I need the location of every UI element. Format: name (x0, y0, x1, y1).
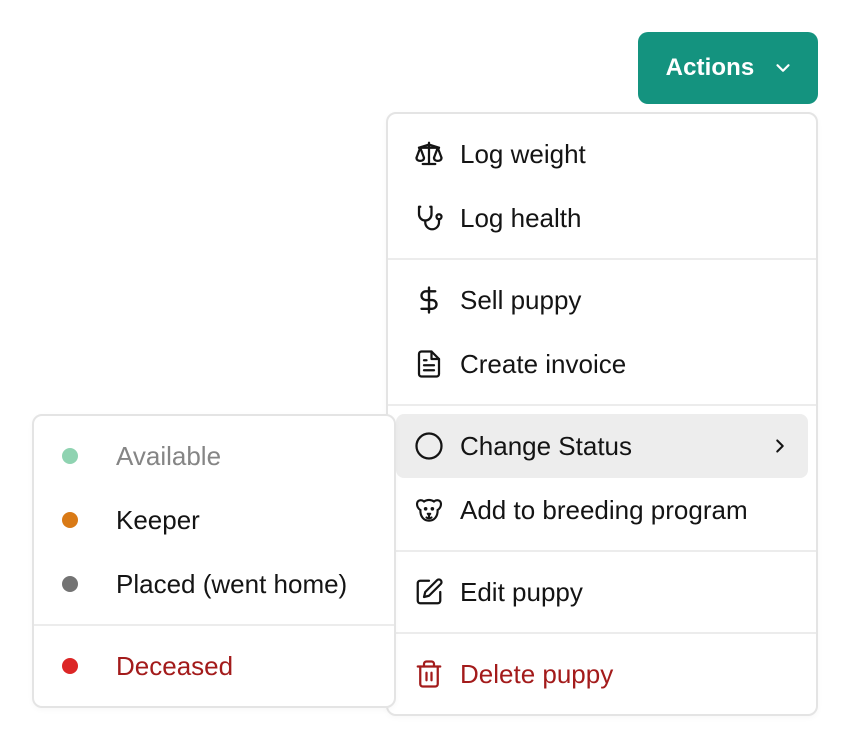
status-option-label: Available (116, 440, 222, 471)
status-option-label: Placed (went home) (116, 568, 348, 599)
menu-item-label: Sell puppy (460, 284, 582, 315)
menu-item-log-weight[interactable]: Log weight (396, 122, 808, 186)
status-option-available[interactable]: Available (42, 424, 386, 488)
actions-button-label: Actions (665, 54, 755, 81)
menu-separator (388, 404, 816, 406)
menu-item-label: Change Status (460, 430, 633, 461)
menu-item-create-invoice[interactable]: Create invoice (396, 332, 808, 396)
dollar-icon (414, 285, 444, 315)
stethoscope-icon (414, 203, 444, 233)
actions-button[interactable]: Actions (638, 32, 818, 104)
menu-item-label: Delete puppy (460, 658, 614, 689)
circle-icon (414, 431, 444, 461)
dog-icon (414, 495, 444, 525)
menu-item-change-status[interactable]: Change Status (396, 414, 808, 478)
menu-item-label: Add to breeding program (460, 494, 748, 525)
menu-separator (34, 624, 394, 626)
menu-item-edit-puppy[interactable]: Edit puppy (396, 560, 808, 624)
menu-item-log-health[interactable]: Log health (396, 186, 808, 250)
status-dot (62, 512, 78, 528)
menu-item-label: Log weight (460, 138, 586, 169)
actions-menu: Log weight Log health Sell puppy Create … (386, 112, 818, 716)
menu-item-delete-puppy[interactable]: Delete puppy (396, 642, 808, 706)
status-dot (62, 658, 78, 674)
status-option-keeper[interactable]: Keeper (42, 488, 386, 552)
chevron-down-icon (772, 57, 794, 79)
file-text-icon (414, 349, 444, 379)
status-option-label: Deceased (116, 650, 234, 681)
menu-item-add-to-breeding-program[interactable]: Add to breeding program (396, 478, 808, 542)
status-option-label: Keeper (116, 504, 200, 535)
trash-icon (414, 659, 444, 689)
chevron-right-icon (768, 434, 792, 458)
menu-separator (388, 550, 816, 552)
menu-item-sell-puppy[interactable]: Sell puppy (396, 268, 808, 332)
menu-item-label: Log health (460, 202, 582, 233)
scale-icon (414, 139, 444, 169)
status-submenu: Available Keeper Placed (went home) Dece… (32, 414, 396, 708)
menu-item-label: Create invoice (460, 348, 627, 379)
status-dot (62, 448, 78, 464)
status-option-deceased[interactable]: Deceased (42, 634, 386, 698)
status-dot (62, 576, 78, 592)
menu-item-label: Edit puppy (460, 576, 583, 607)
menu-separator (388, 632, 816, 634)
status-option-placed[interactable]: Placed (went home) (42, 552, 386, 616)
app-canvas: Actions Log weight Log health Sell puppy… (0, 0, 852, 748)
menu-separator (388, 258, 816, 260)
edit-icon (414, 577, 444, 607)
